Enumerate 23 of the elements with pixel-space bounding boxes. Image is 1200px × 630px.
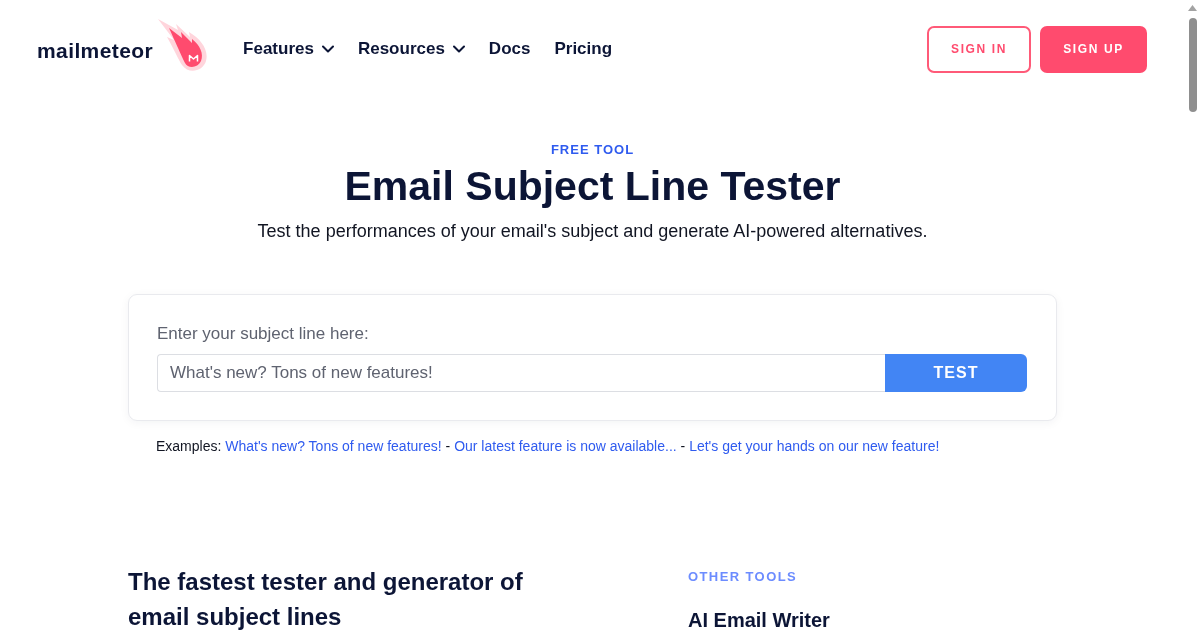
chevron-down-icon bbox=[452, 45, 465, 53]
scroll-up-arrow-icon[interactable] bbox=[1188, 5, 1197, 11]
nav-link[interactable]: Docs bbox=[488, 39, 531, 59]
meteor-logo-icon bbox=[157, 18, 208, 72]
example-link[interactable]: What's new? Tons of new features! bbox=[225, 438, 442, 454]
chevron-down-icon bbox=[321, 45, 334, 53]
tool-link[interactable]: AI Email Writer bbox=[688, 608, 830, 630]
example-link[interactable]: Our latest feature is now available... bbox=[454, 438, 677, 454]
nav-link[interactable]: Features bbox=[243, 39, 334, 59]
subject-input[interactable]: What's new? Tons of new features! bbox=[157, 354, 885, 392]
page-title: Email Subject Line Tester bbox=[344, 162, 841, 210]
field-label: Enter your subject line here: bbox=[157, 324, 370, 344]
nav-link[interactable]: Pricing bbox=[554, 39, 613, 59]
test-button[interactable]: TEST bbox=[885, 354, 1027, 392]
section-heading: The fastest tester and generator of email subject lines bbox=[128, 567, 524, 630]
eyebrow-label: FREE TOOL bbox=[550, 142, 635, 158]
page-subtitle: Test the performances of your email's subject and generate AI-powered alternatives. bbox=[257, 220, 928, 243]
nav-link[interactable]: Resources bbox=[357, 39, 465, 59]
scrollbar-thumb[interactable] bbox=[1188, 18, 1197, 112]
logo-wordmark[interactable]: mailmeteor bbox=[37, 39, 154, 63]
other-tools-label: OTHER TOOLS bbox=[688, 569, 799, 585]
examples-text: Examples: What's new? Tons of new features! - Our latest feature is now available... - Let's get your hands on our new feature! bbox=[156, 438, 941, 454]
example-link[interactable]: Let's get your hands on our new feature! bbox=[689, 438, 940, 454]
